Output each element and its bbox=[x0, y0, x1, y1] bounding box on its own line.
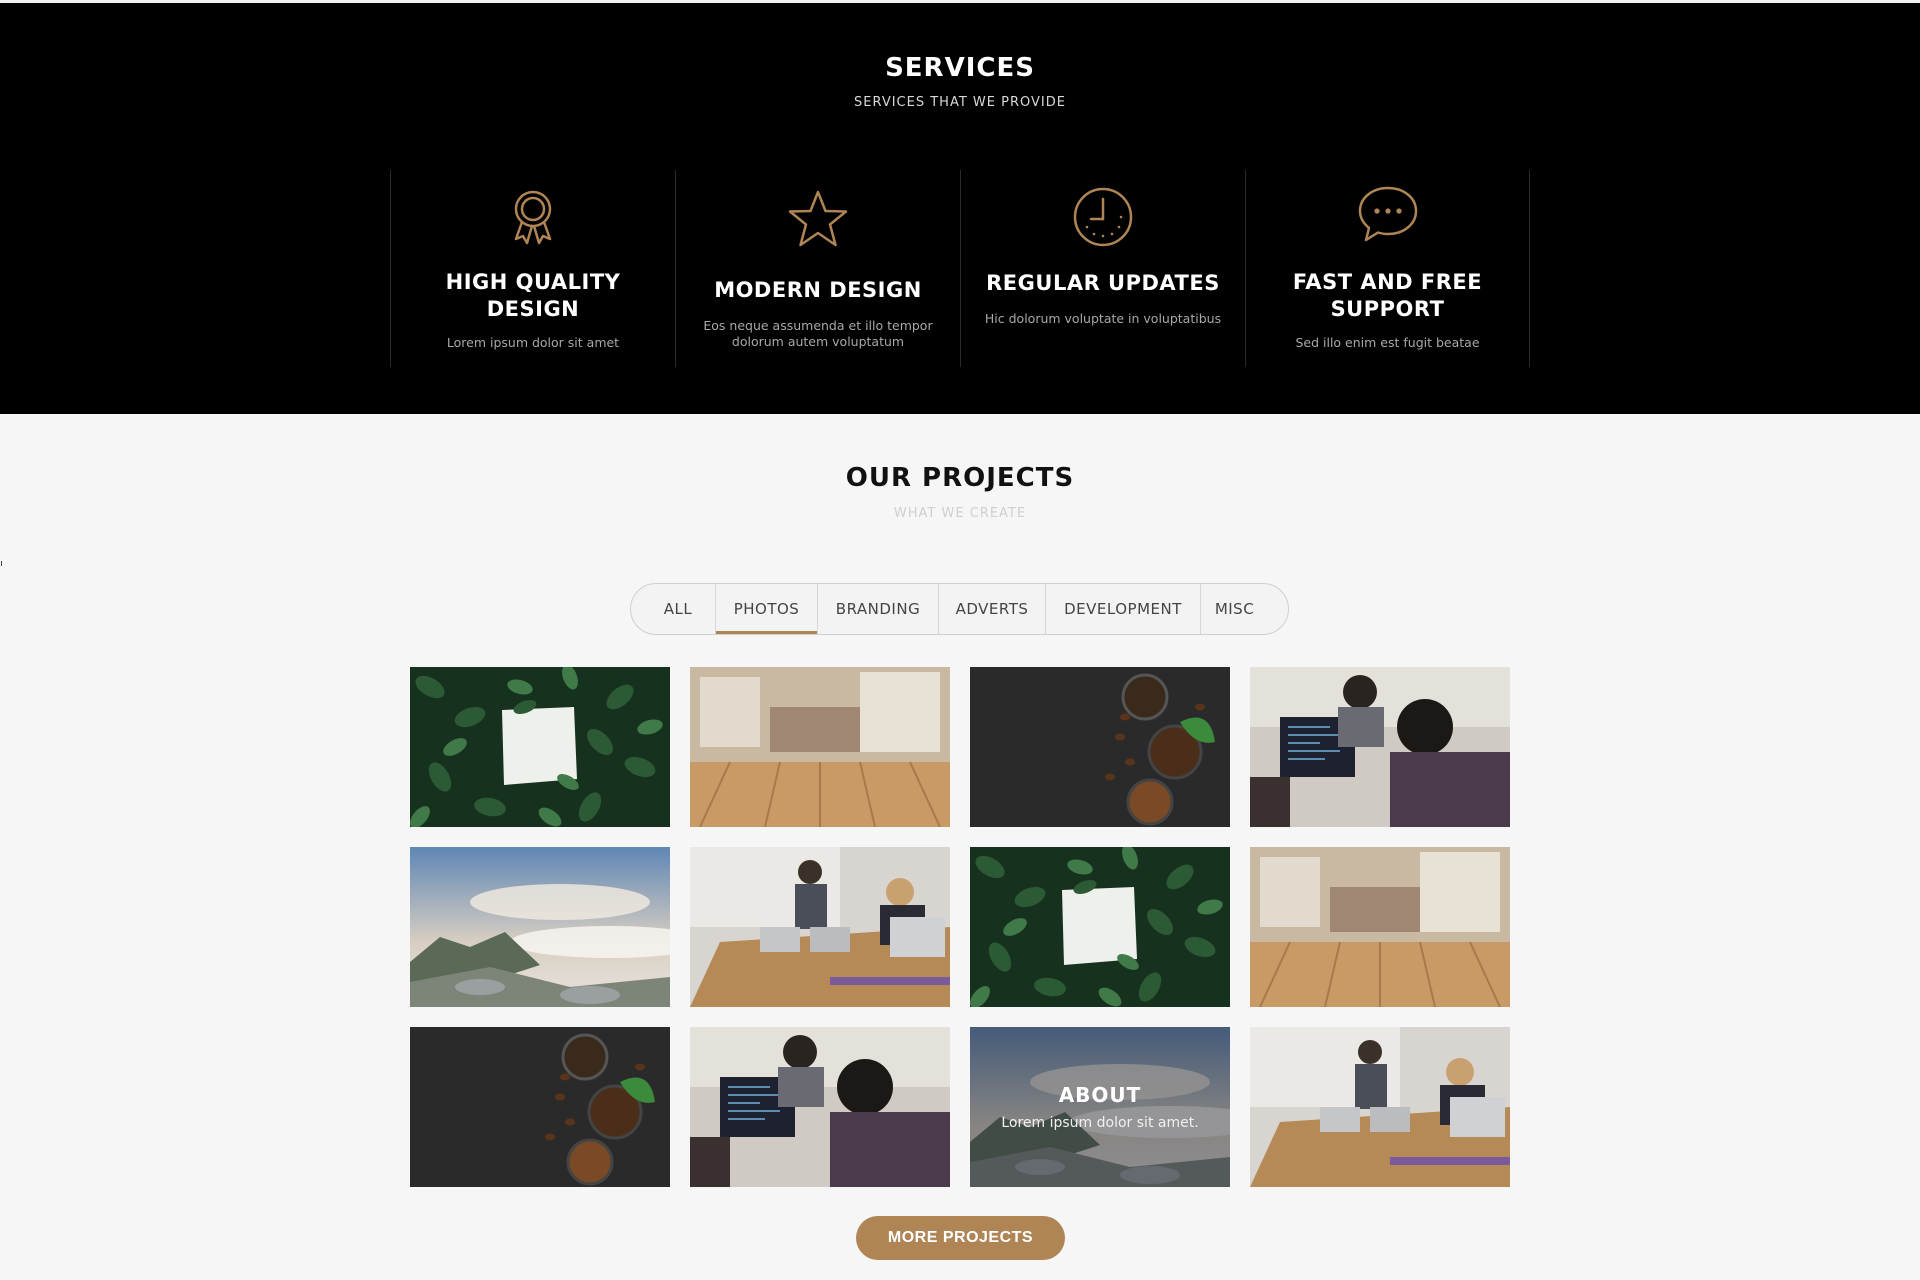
meeting-room-image bbox=[690, 847, 950, 1007]
stray-mark bbox=[1, 561, 2, 566]
projects-grid: ABOUT Lorem ipsum dolor sit amet. bbox=[410, 667, 1510, 1187]
service-title: MODERN DESIGN bbox=[714, 278, 922, 302]
overlay-title: ABOUT bbox=[1058, 1083, 1142, 1107]
filter-tab-misc[interactable]: MISC bbox=[1200, 584, 1288, 634]
office-developers-image bbox=[690, 1027, 950, 1187]
filter-tab-all[interactable]: ALL bbox=[631, 584, 715, 634]
service-card-regular-updates: REGULAR UPDATES Hic dolorum voluptate in… bbox=[960, 170, 1245, 367]
services-subtitle: SERVICES THAT WE PROVIDE bbox=[854, 95, 1066, 110]
more-projects-button[interactable]: MORE PROJECTS bbox=[856, 1216, 1065, 1260]
project-filter-bar: ALL PHOTOS BRANDING ADVERTS DEVELOPMENT … bbox=[630, 583, 1289, 635]
mountain-landscape-image bbox=[410, 847, 670, 1007]
service-card-high-quality: HIGH QUALITY DESIGN Lorem ipsum dolor si… bbox=[390, 170, 675, 367]
project-tile-office-developers[interactable] bbox=[1250, 667, 1510, 827]
filter-tab-branding[interactable]: BRANDING bbox=[817, 584, 938, 634]
service-title: FAST AND FREE SUPPORT bbox=[1292, 270, 1483, 321]
services-cards: HIGH QUALITY DESIGN Lorem ipsum dolor si… bbox=[390, 170, 1530, 367]
project-tile-meeting-room[interactable] bbox=[690, 847, 950, 1007]
project-tile-coffee-beans[interactable] bbox=[970, 667, 1230, 827]
service-card-fast-support: FAST AND FREE SUPPORT Sed illo enim est … bbox=[1245, 170, 1530, 367]
project-tile-coffee-beans[interactable] bbox=[410, 1027, 670, 1187]
project-tile-leaves-paper[interactable] bbox=[410, 667, 670, 827]
star-icon bbox=[786, 188, 850, 252]
service-description: Sed illo enim est fugit beatae bbox=[1295, 335, 1480, 350]
project-tile-mountain-landscape[interactable] bbox=[410, 847, 670, 1007]
projects-subtitle: WHAT WE CREATE bbox=[893, 506, 1027, 521]
projects-title: OUR PROJECTS bbox=[845, 463, 1075, 493]
services-title: SERVICES bbox=[885, 53, 1035, 83]
service-description: Hic dolorum voluptate in voluptatibus bbox=[984, 311, 1222, 326]
project-tile-leaves-paper[interactable] bbox=[970, 847, 1230, 1007]
project-tile-wooden-table-cafe[interactable] bbox=[690, 667, 950, 827]
wooden-table-cafe-image bbox=[690, 667, 950, 827]
wooden-table-cafe-image bbox=[1250, 847, 1510, 1007]
award-icon bbox=[501, 185, 565, 249]
service-description: Eos neque assumenda et illo tempor dolor… bbox=[703, 318, 933, 349]
service-title: HIGH QUALITY DESIGN bbox=[445, 270, 621, 321]
project-tile-wooden-table-cafe[interactable] bbox=[1250, 847, 1510, 1007]
filter-tab-development[interactable]: DEVELOPMENT bbox=[1045, 584, 1200, 634]
services-section: SERVICES SERVICES THAT WE PROVIDE HIGH Q… bbox=[0, 3, 1920, 414]
chat-bubble-icon bbox=[1356, 182, 1420, 246]
coffee-beans-image bbox=[410, 1027, 670, 1187]
office-developers-image bbox=[1250, 667, 1510, 827]
leaves-paper-image bbox=[970, 847, 1230, 1007]
coffee-beans-image bbox=[970, 667, 1230, 827]
project-hover-overlay: ABOUT Lorem ipsum dolor sit amet. bbox=[970, 1027, 1230, 1187]
leaves-paper-image bbox=[410, 667, 670, 827]
filter-tab-adverts[interactable]: ADVERTS bbox=[938, 584, 1045, 634]
clock-icon bbox=[1071, 185, 1135, 249]
service-description: Lorem ipsum dolor sit amet bbox=[446, 335, 620, 350]
project-tile-office-developers[interactable] bbox=[690, 1027, 950, 1187]
filter-tab-photos[interactable]: PHOTOS bbox=[715, 584, 817, 634]
service-card-modern-design: MODERN DESIGN Eos neque assumenda et ill… bbox=[675, 170, 960, 367]
project-tile-meeting-room[interactable] bbox=[1250, 1027, 1510, 1187]
service-title: REGULAR UPDATES bbox=[986, 271, 1220, 295]
meeting-room-image bbox=[1250, 1027, 1510, 1187]
project-tile-about[interactable]: ABOUT Lorem ipsum dolor sit amet. bbox=[970, 1027, 1230, 1187]
overlay-text: Lorem ipsum dolor sit amet. bbox=[1001, 1115, 1199, 1131]
